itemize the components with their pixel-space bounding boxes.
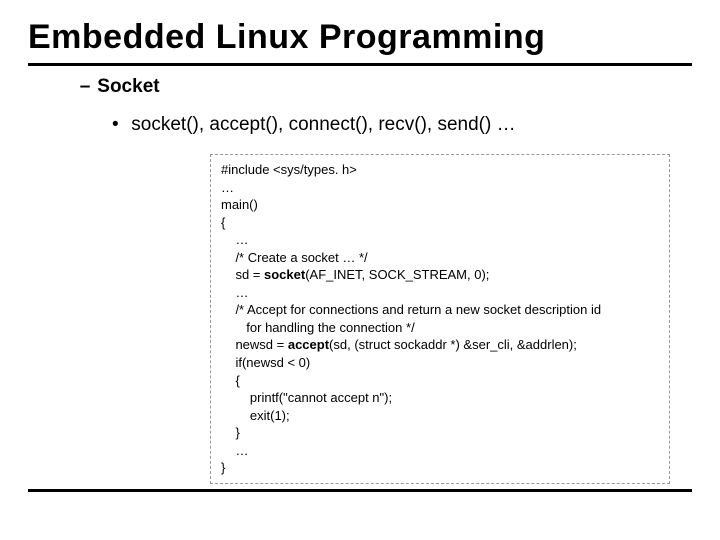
- code-line: {: [221, 215, 225, 230]
- subheading-socket-label: Socket: [97, 76, 159, 97]
- code-line: printf("cannot accept n");: [221, 390, 392, 405]
- code-line: …: [221, 180, 234, 195]
- code-line: main(): [221, 197, 258, 212]
- subheading-socket: – Socket: [78, 76, 720, 98]
- bottom-rule: [28, 489, 692, 492]
- page-title: Embedded Linux Programming: [0, 0, 720, 63]
- code-line: }: [221, 425, 240, 440]
- code-line: (AF_INET, SOCK_STREAM, 0);: [305, 267, 489, 282]
- code-line: …: [221, 232, 248, 247]
- code-line: #include <sys/types. h>: [221, 162, 357, 177]
- code-line: for handling the connection */: [221, 320, 415, 335]
- dash-bullet: –: [78, 76, 92, 98]
- code-line: exit(1);: [221, 408, 290, 423]
- code-line: …: [221, 443, 248, 458]
- code-line: sd =: [221, 267, 264, 282]
- dot-bullet: •: [112, 114, 126, 136]
- code-line: /* Accept for connections and return a n…: [221, 302, 601, 317]
- code-keyword-accept: accept: [288, 337, 329, 352]
- bullet-functions: • socket(), accept(), connect(), recv(),…: [112, 114, 720, 136]
- code-line: newsd =: [221, 337, 288, 352]
- code-line: }: [221, 460, 225, 475]
- code-line: {: [221, 373, 240, 388]
- code-keyword-socket: socket: [264, 267, 305, 282]
- code-snippet: #include <sys/types. h> … main() { … /* …: [210, 154, 670, 484]
- code-line: …: [221, 285, 248, 300]
- code-line: /* Create a socket … */: [221, 250, 368, 265]
- title-rule: [28, 63, 692, 66]
- code-line: if(newsd < 0): [221, 355, 310, 370]
- bullet-functions-label: socket(), accept(), connect(), recv(), s…: [131, 114, 515, 135]
- code-line: (sd, (struct sockaddr *) &ser_cli, &addr…: [329, 337, 577, 352]
